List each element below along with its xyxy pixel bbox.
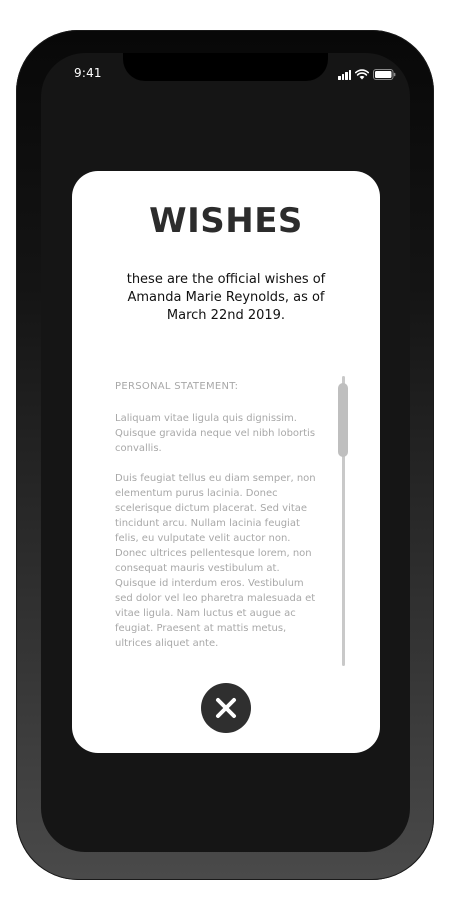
status-bar-time: 9:41 xyxy=(74,66,102,80)
personal-statement-scroll-area[interactable]: PERSONAL STATEMENT: Laliquam vitae ligul… xyxy=(115,379,320,666)
modal-title: WISHES xyxy=(149,201,303,241)
wishes-modal: WISHES these are the official wishes of … xyxy=(72,171,380,753)
statement-paragraph: Duis feugiat tellus eu diam semper, non … xyxy=(115,473,316,649)
stage: 9:41 WISHES these are the official wishe… xyxy=(0,0,451,901)
close-icon xyxy=(216,698,236,718)
wifi-icon xyxy=(355,69,369,80)
scrollbar-thumb[interactable] xyxy=(338,383,348,457)
status-bar-icons xyxy=(338,66,396,80)
statement-heading: PERSONAL STATEMENT: xyxy=(115,381,239,392)
modal-subtitle: these are the official wishes of Amanda … xyxy=(126,272,326,323)
phone-notch xyxy=(123,53,328,81)
statement-paragraph: Laliquam vitae ligula quis dignissim. Qu… xyxy=(115,413,316,454)
battery-icon xyxy=(373,69,396,80)
cellular-signal-icon xyxy=(338,70,351,80)
close-button[interactable] xyxy=(201,683,251,733)
